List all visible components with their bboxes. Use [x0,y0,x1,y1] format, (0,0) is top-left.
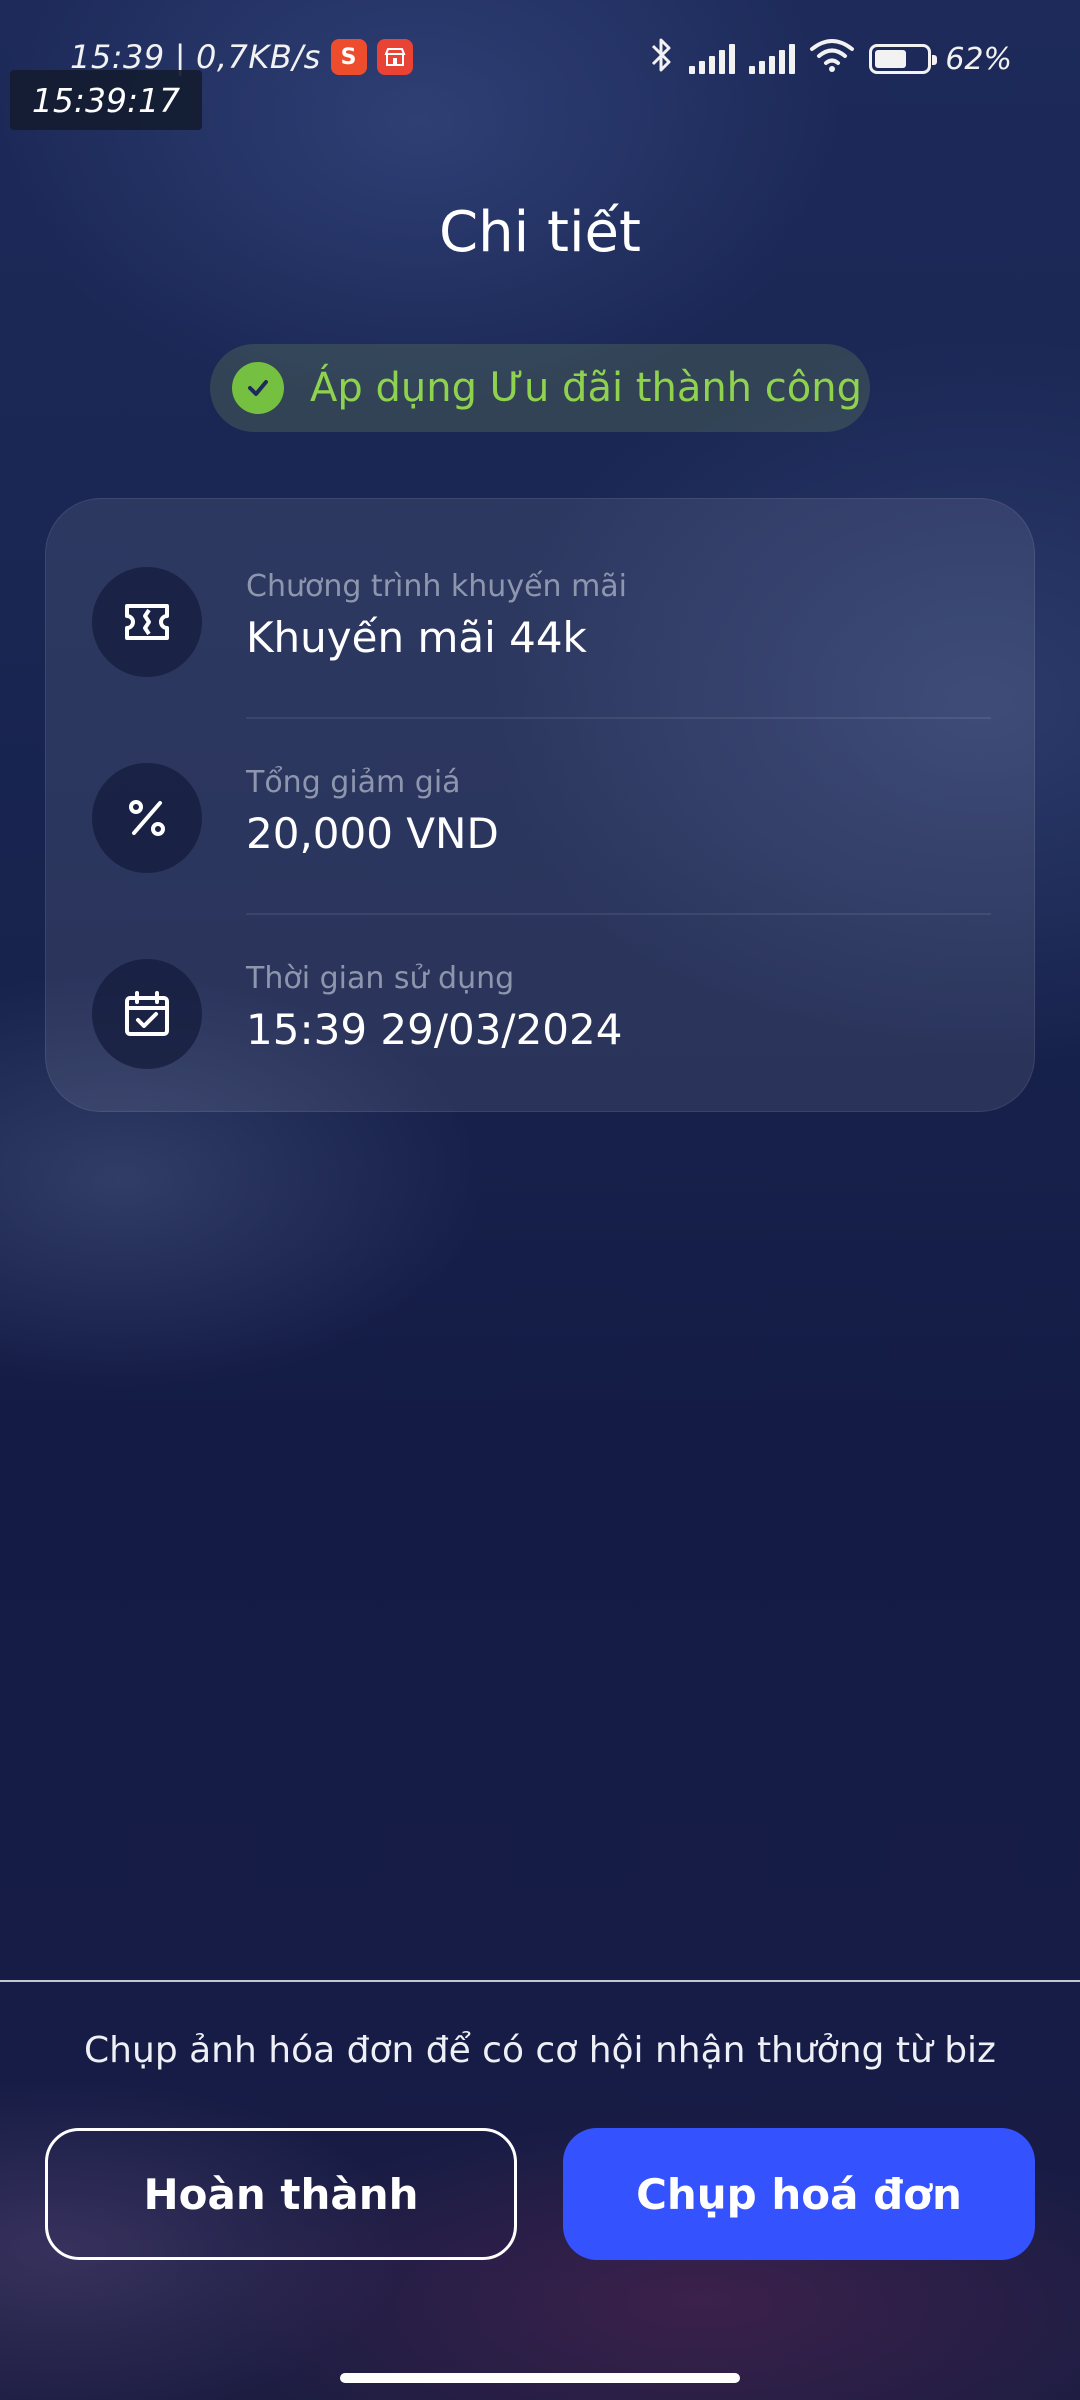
detail-row-discount: Tổng giảm giá 20,000 VND [46,695,1036,873]
calendar-check-icon [92,959,202,1069]
home-indicator[interactable] [340,2373,740,2383]
detail-label: Chương trình khuyến mãi [246,569,628,604]
capture-receipt-button[interactable]: Chụp hoá đơn [563,2128,1035,2260]
overlay-clock: 15:39:17 [10,70,202,130]
bottom-divider [0,1980,1080,1982]
detail-row-promotion: Chương trình khuyến mãi Khuyến mãi 44k [46,499,1036,677]
status-bar: 15:39 | 0,7KB/s S 15:39:17 62% [0,0,1080,130]
bluetooth-icon [649,36,675,82]
percent-icon [92,763,202,873]
details-card: Chương trình khuyến mãi Khuyến mãi 44k T… [45,498,1035,1112]
detail-value: Khuyến mãi 44k [246,613,587,662]
detail-value: 15:39 29/03/2024 [246,1005,623,1054]
detail-label: Thời gian sử dụng [246,961,515,996]
success-message: Áp dụng Ưu đãi thành công [310,365,862,411]
signal-icon [749,44,796,74]
network-speed: 0,7KB/s [196,38,321,76]
detail-value: 20,000 VND [246,809,499,858]
detail-label: Tổng giảm giá [246,765,461,800]
capture-hint: Chụp ảnh hóa đơn để có cơ hội nhận thưởn… [84,2030,996,2071]
app-store-icon [376,39,413,75]
success-badge: Áp dụng Ưu đãi thành công [210,344,870,432]
status-bar-right: 62% [649,36,1012,82]
check-circle-icon [232,362,284,414]
done-button[interactable]: Hoàn thành [45,2128,517,2260]
battery-fill [875,50,907,68]
page-title: Chi tiết [439,200,641,265]
signal-icon [689,44,736,74]
shopee-icon: S [330,39,367,75]
battery-icon [869,44,938,74]
ticket-icon [92,567,202,677]
wifi-icon [809,37,855,81]
detail-row-time: Thời gian sử dụng 15:39 29/03/2024 [46,891,1036,1069]
battery-percent: 62% [945,41,1012,77]
